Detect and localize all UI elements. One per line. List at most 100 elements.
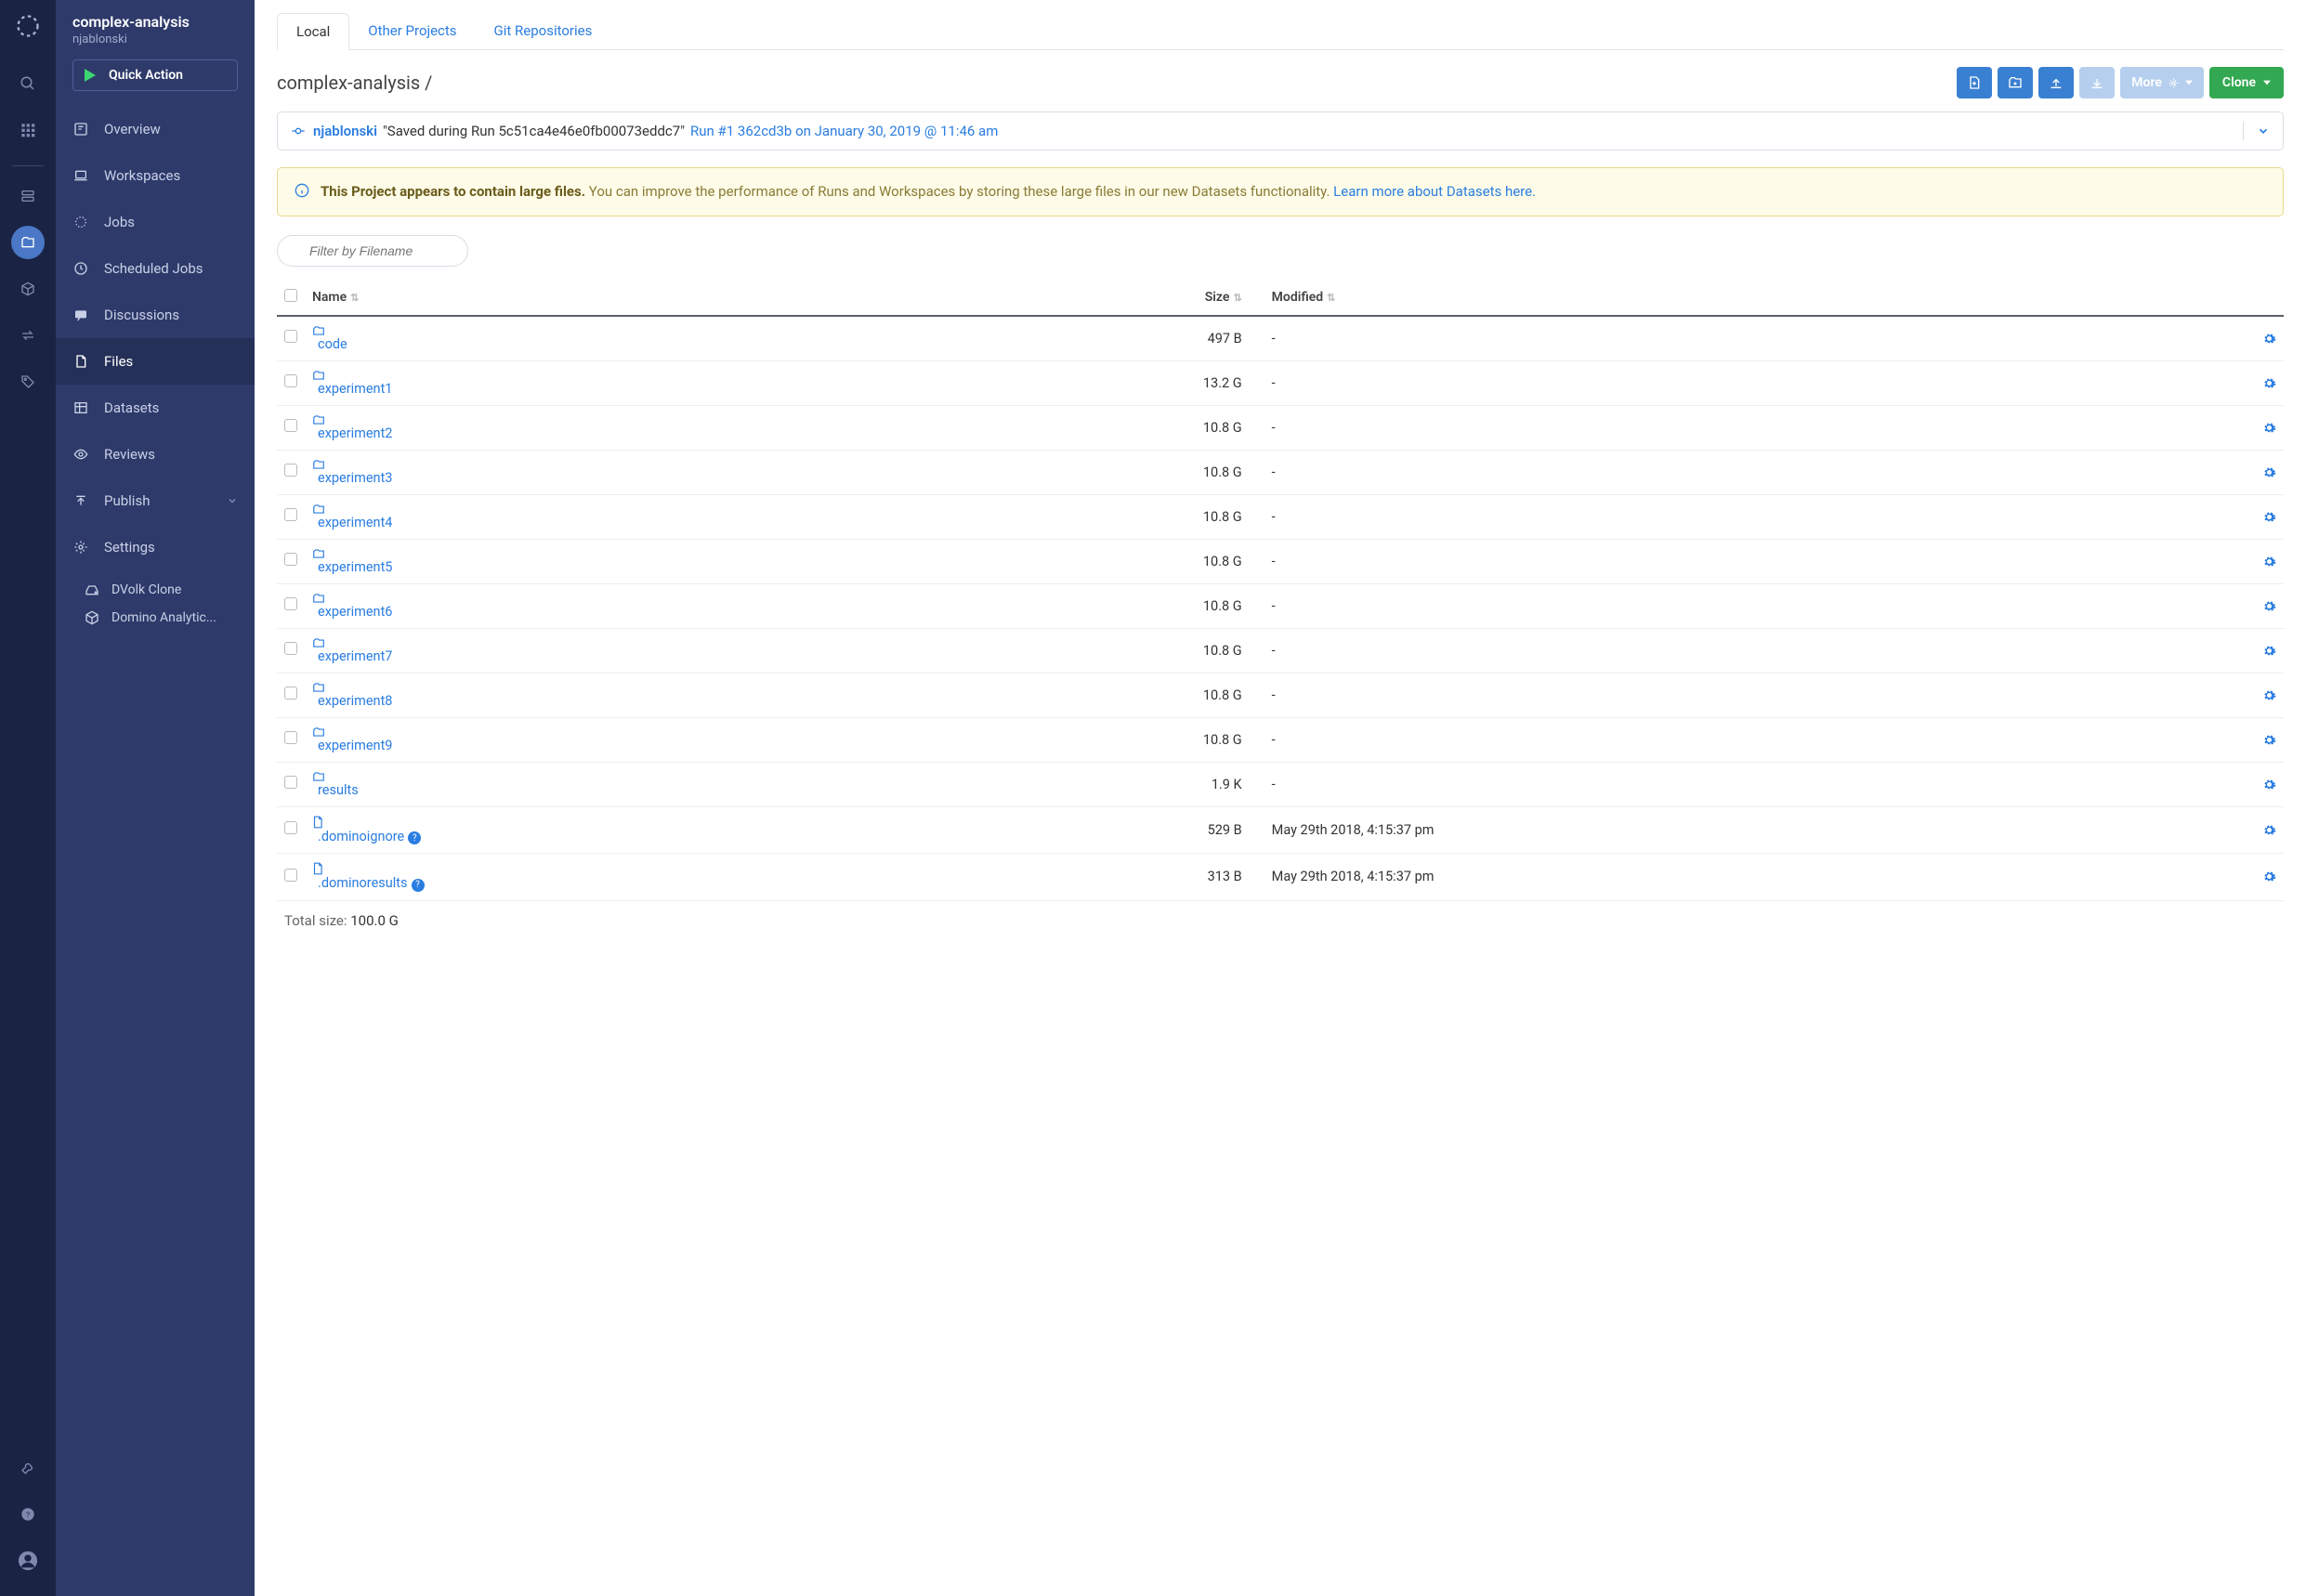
nav-reviews[interactable]: Reviews — [56, 431, 255, 477]
rail-help-icon[interactable]: ? — [11, 1498, 45, 1531]
column-name[interactable]: Name⇅ — [305, 280, 968, 316]
table-row: experiment410.8 G- — [277, 494, 2284, 539]
file-name-link[interactable]: experiment9 — [318, 738, 392, 753]
row-gear-button[interactable] — [2255, 854, 2284, 901]
row-gear-button[interactable] — [2255, 628, 2284, 673]
file-name-link[interactable]: experiment3 — [318, 470, 392, 486]
nav-files[interactable]: Files — [56, 338, 255, 385]
tab-git-repositories[interactable]: Git Repositories — [476, 13, 611, 49]
rail-account-icon[interactable] — [11, 1544, 45, 1577]
nav-workspaces[interactable]: Workspaces — [56, 152, 255, 199]
row-gear-button[interactable] — [2255, 762, 2284, 806]
drive-domino-analytic[interactable]: Domino Analytic... — [56, 604, 255, 632]
file-name-link[interactable]: results — [318, 782, 359, 798]
file-name-link[interactable]: experiment1 — [318, 381, 392, 397]
nav-datasets[interactable]: Datasets — [56, 385, 255, 431]
app-logo-icon — [15, 13, 41, 39]
file-name-link[interactable]: experiment6 — [318, 604, 392, 620]
row-checkbox[interactable] — [284, 330, 297, 343]
file-modified: - — [1250, 450, 2255, 494]
folder-icon — [312, 637, 961, 648]
commit-run-link[interactable]: Run #1 362cd3b on January 30, 2019 @ 11:… — [690, 123, 998, 139]
tab-local[interactable]: Local — [277, 13, 349, 50]
drive-dvolk-clone[interactable]: DVolk Clone — [56, 576, 255, 604]
file-name-link[interactable]: code — [318, 336, 347, 352]
file-name-link[interactable]: .dominoresults — [318, 875, 408, 891]
new-folder-button[interactable] — [1998, 67, 2033, 98]
row-gear-button[interactable] — [2255, 583, 2284, 628]
file-size: 10.8 G — [968, 539, 1249, 583]
row-gear-button[interactable] — [2255, 450, 2284, 494]
row-gear-button[interactable] — [2255, 717, 2284, 762]
file-name-link[interactable]: experiment8 — [318, 693, 392, 709]
row-gear-button[interactable] — [2255, 360, 2284, 405]
row-checkbox[interactable] — [284, 687, 297, 700]
file-name-link[interactable]: experiment4 — [318, 515, 392, 530]
row-checkbox[interactable] — [284, 419, 297, 432]
nav-publish[interactable]: Publish — [56, 477, 255, 524]
column-size[interactable]: Size⇅ — [968, 280, 1249, 316]
file-name-link[interactable]: experiment2 — [318, 425, 392, 441]
row-gear-button[interactable] — [2255, 316, 2284, 361]
row-checkbox[interactable] — [284, 374, 297, 387]
row-checkbox[interactable] — [284, 731, 297, 744]
file-modified: - — [1250, 762, 2255, 806]
help-icon[interactable]: ? — [408, 831, 421, 844]
table-row: experiment3 10.8 G- — [277, 450, 2284, 494]
rail-transfer-icon[interactable] — [11, 319, 45, 352]
rail-tag-icon[interactable] — [11, 365, 45, 399]
row-checkbox[interactable] — [284, 776, 297, 789]
row-checkbox[interactable] — [284, 869, 297, 882]
row-checkbox[interactable] — [284, 597, 297, 610]
table-row: .dominoignore?529 BMay 29th 2018, 4:15:3… — [277, 806, 2284, 854]
column-modified[interactable]: Modified⇅ — [1250, 280, 2255, 316]
commit-expand-button[interactable] — [2243, 122, 2270, 140]
new-file-button[interactable] — [1957, 67, 1992, 98]
row-checkbox[interactable] — [284, 553, 297, 566]
upload-button[interactable] — [2038, 67, 2074, 98]
row-checkbox[interactable] — [284, 821, 297, 834]
row-checkbox[interactable] — [284, 464, 297, 477]
file-name-link[interactable]: experiment7 — [318, 648, 392, 664]
alert-strong: This Project appears to contain large fi… — [321, 183, 585, 200]
row-checkbox[interactable] — [284, 508, 297, 521]
select-all-checkbox[interactable] — [284, 289, 297, 302]
file-name-link[interactable]: experiment5 — [318, 559, 392, 575]
download-button[interactable] — [2079, 67, 2115, 98]
rail-search-icon[interactable] — [11, 67, 45, 100]
row-gear-button[interactable] — [2255, 806, 2284, 854]
file-size: 10.8 G — [968, 494, 1249, 539]
file-size: 1.9 K — [968, 762, 1249, 806]
alert-link[interactable]: Learn more about Datasets here. — [1333, 183, 1536, 200]
folder-icon — [312, 726, 961, 738]
clock-icon — [72, 260, 89, 277]
quick-action-button[interactable]: Quick Action — [72, 59, 238, 91]
row-checkbox[interactable] — [284, 642, 297, 655]
rail-wrench-icon[interactable] — [11, 1451, 45, 1485]
nav-jobs[interactable]: Jobs — [56, 199, 255, 245]
folder-icon — [312, 325, 961, 336]
eye-icon — [72, 446, 89, 463]
rail-cube-icon[interactable] — [11, 272, 45, 306]
file-name-link[interactable]: .dominoignore — [318, 829, 404, 844]
tab-other-projects[interactable]: Other Projects — [349, 13, 475, 49]
nav-scheduled-jobs[interactable]: Scheduled Jobs — [56, 245, 255, 292]
file-modified: May 29th 2018, 4:15:37 pm — [1250, 854, 2255, 901]
clone-button[interactable]: Clone — [2209, 67, 2284, 98]
rail-server-icon[interactable] — [11, 179, 45, 213]
nav-discussions[interactable]: Discussions — [56, 292, 255, 338]
commit-user[interactable]: njablonski — [313, 123, 377, 139]
filter-input[interactable] — [277, 235, 468, 267]
folder-icon — [312, 548, 961, 559]
row-gear-button[interactable] — [2255, 405, 2284, 450]
row-gear-button[interactable] — [2255, 539, 2284, 583]
help-icon[interactable]: ? — [412, 879, 425, 892]
nav-settings[interactable]: Settings — [56, 524, 255, 570]
row-gear-button[interactable] — [2255, 673, 2284, 717]
row-gear-button[interactable] — [2255, 494, 2284, 539]
file-size: 10.8 G — [968, 450, 1249, 494]
nav-overview[interactable]: Overview — [56, 106, 255, 152]
rail-folder-icon[interactable] — [11, 226, 45, 259]
rail-grid-icon[interactable] — [11, 113, 45, 147]
more-button[interactable]: More — [2120, 67, 2204, 98]
